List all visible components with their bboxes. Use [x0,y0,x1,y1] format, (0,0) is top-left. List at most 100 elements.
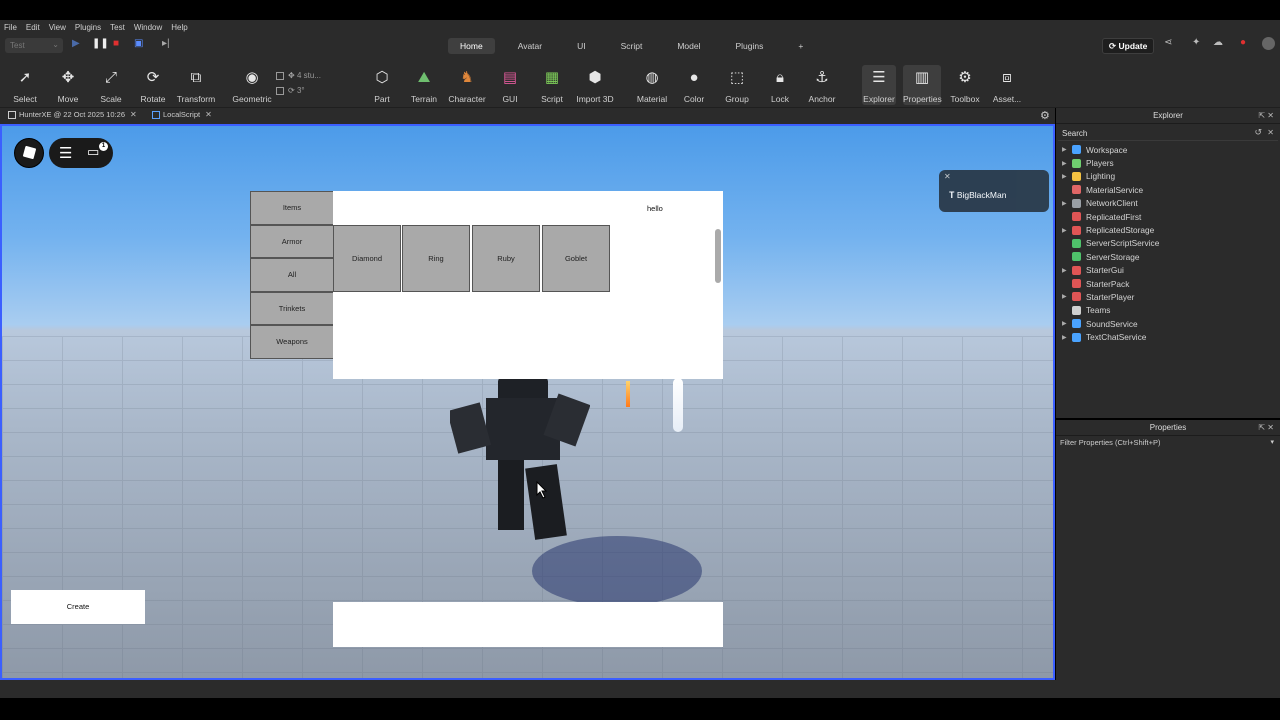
tab-ui[interactable]: UI [565,38,598,54]
snap-rotate-input[interactable]: 3° [297,86,305,95]
assistant-icon[interactable]: ✦ [1192,37,1200,48]
expand-arrow-icon[interactable]: ▶ [1062,334,1070,341]
step-icon[interactable]: ▸| [162,38,170,49]
group-button[interactable]: ⬚ Group [714,68,760,104]
toolbox-button[interactable]: ⚙︎ Toolbox [942,68,988,104]
explorer-item[interactable]: ▶ StarterGui [1056,264,1280,277]
part-button[interactable]: ⬡ Part [359,68,405,104]
menu-file[interactable]: File [4,23,17,32]
tab-plugins[interactable]: Plugins [724,38,776,54]
explorer-item[interactable]: ▶ Workspace [1056,143,1280,156]
expand-arrow-icon[interactable]: ▶ [1062,320,1070,327]
explorer-item[interactable]: ▶ TextChatService [1056,330,1280,343]
create-button[interactable]: Create [11,590,145,624]
import-3d-button[interactable]: ⬢ Import 3D [572,68,618,104]
explorer-item[interactable]: Teams [1056,304,1280,317]
panel-controls[interactable]: ⇱ ✕ [1258,108,1274,124]
scale-tool-button[interactable]: ⤢ Scale [88,68,134,104]
rotate-tool-button[interactable]: ⟳ Rotate [130,68,176,104]
menu-edit[interactable]: Edit [26,23,40,32]
expand-arrow-icon[interactable]: ▶ [1062,173,1070,180]
roblox-menu-button[interactable] [14,138,44,168]
category-items-button[interactable]: Items [250,191,334,225]
tab-home[interactable]: Home [448,38,495,54]
player-name[interactable]: 𝐓 BigBlackMan [949,190,1006,201]
move-tool-button[interactable]: ✥ Move [45,68,91,104]
character-button[interactable]: ♞ Character [444,68,490,104]
screen-toggle-icon[interactable]: ▣ [134,38,143,49]
close-icon[interactable]: ✕ [130,110,137,119]
close-icon[interactable]: ✕ [944,172,951,181]
snap-rotate-checkbox[interactable] [276,86,284,95]
explorer-item[interactable]: MaterialService [1056,183,1280,196]
cloud-icon[interactable]: ☁ [1213,37,1223,48]
doc-tab-place[interactable]: HunterXE @ 22 Oct 2025 10:26 ✕ [8,110,137,119]
tab-script[interactable]: Script [609,38,655,54]
properties-filter-input[interactable]: Filter Properties (Ctrl+Shift+P) ▾ [1056,436,1280,449]
geometric-pivot-button[interactable]: ◉ Geometric [229,68,275,104]
explorer-item[interactable]: ▶ NetworkClient [1056,197,1280,210]
explorer-item[interactable]: ▶ StarterPlayer [1056,290,1280,303]
explorer-item[interactable]: ReplicatedFirst [1056,210,1280,223]
close-icon[interactable]: ✕ [1267,128,1274,137]
game-viewport[interactable]: ☰ ▭ 1 Items Armor All Trinkets Weapons h… [0,124,1055,680]
category-weapons-button[interactable]: Weapons [250,325,334,359]
panel-scrollbar[interactable] [715,229,721,283]
chevron-down-icon[interactable]: ▾ [1270,438,1274,446]
panel-controls[interactable]: ⇱ ✕ [1258,420,1274,436]
menu-view[interactable]: View [49,23,66,32]
item-ring-button[interactable]: Ring [402,225,470,292]
expand-arrow-icon[interactable]: ▶ [1062,267,1070,274]
tab-model[interactable]: Model [665,38,712,54]
anchor-button[interactable]: ⚓︎ Anchor [799,68,845,104]
menu-window[interactable]: Window [134,23,162,32]
explorer-item[interactable]: ServerStorage [1056,250,1280,263]
explorer-item[interactable]: ▶ Lighting [1056,170,1280,183]
doc-tab-localscript[interactable]: LocalScript ✕ [152,110,212,119]
hamburger-icon[interactable]: ☰ [59,144,72,162]
pause-icon[interactable]: ❚❚ [92,38,109,49]
mode-dropdown[interactable]: Test ⌄ [5,38,63,53]
update-button[interactable]: ⟳ Update [1102,38,1155,54]
properties-toggle-button[interactable]: ▥ Properties [903,65,942,105]
expand-arrow-icon[interactable]: ▶ [1062,227,1070,234]
explorer-item[interactable]: ▶ Players [1056,156,1280,169]
select-tool-button[interactable]: ➚ Select [2,68,48,104]
tab-add[interactable]: + [786,38,815,54]
expand-arrow-icon[interactable]: ▶ [1062,293,1070,300]
snap-move-input[interactable]: 4 stu... [297,71,321,80]
transform-tool-button[interactable]: ⧉ Transform [173,68,219,104]
expand-arrow-icon[interactable]: ▶ [1062,200,1070,207]
asset-manager-button[interactable]: ⧈ Asset... [984,68,1030,104]
terrain-button[interactable]: ⛰ Terrain [401,68,447,104]
close-icon[interactable]: ✕ [205,110,212,119]
explorer-search-input[interactable]: Search ↺ ✕ [1058,127,1278,141]
menu-help[interactable]: Help [171,23,187,32]
history-icon[interactable]: ↺ [1254,127,1262,138]
lock-button[interactable]: 🔒︎ Lock [757,68,803,104]
menu-plugins[interactable]: Plugins [75,23,101,32]
gear-icon[interactable]: ⚙ [1040,109,1050,122]
chat-icon[interactable]: ▭ [87,144,99,160]
category-all-button[interactable]: All [250,258,334,292]
stop-icon[interactable]: ■ [113,38,119,49]
explorer-toggle-button[interactable]: ☰ Explorer [862,65,896,105]
play-icon[interactable]: ▶ [72,38,80,49]
item-diamond-button[interactable]: Diamond [333,225,401,292]
snap-move-checkbox[interactable] [276,71,284,80]
menu-test[interactable]: Test [110,23,125,32]
tab-avatar[interactable]: Avatar [506,38,554,54]
color-button[interactable]: ● Color [671,68,717,104]
script-button[interactable]: ▦ Script [529,68,575,104]
avatar[interactable] [1262,37,1275,50]
explorer-item[interactable]: ▶ ReplicatedStorage [1056,223,1280,236]
explorer-item[interactable]: ServerScriptService [1056,237,1280,250]
share-icon[interactable]: ⋖ [1164,37,1172,48]
notification-bell-icon[interactable]: ● [1240,37,1246,48]
item-ruby-button[interactable]: Ruby [472,225,540,292]
expand-arrow-icon[interactable]: ▶ [1062,160,1070,167]
category-armor-button[interactable]: Armor [250,224,334,258]
material-button[interactable]: ◍ Material [629,68,675,104]
gui-button[interactable]: ▤ GUI [487,68,533,104]
explorer-item[interactable]: StarterPack [1056,277,1280,290]
